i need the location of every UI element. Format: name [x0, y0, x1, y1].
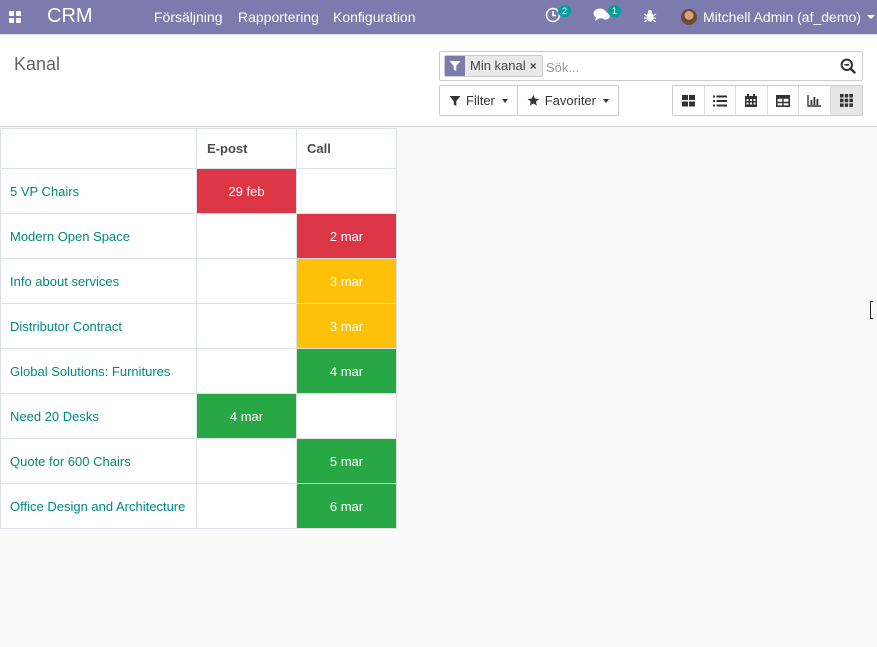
search-facet: Min kanal × [444, 55, 543, 77]
record-name-link[interactable]: Office Design and Architecture [0, 483, 197, 529]
user-menu[interactable]: Mitchell Admin (af_demo) [681, 9, 875, 25]
graph-view-button[interactable] [799, 86, 831, 115]
facet-remove-icon[interactable]: × [530, 56, 542, 76]
search-icon[interactable] [840, 58, 856, 74]
activity-cell-email[interactable] [196, 348, 297, 394]
record-column-header [0, 128, 197, 169]
debug-menu[interactable] [643, 9, 657, 23]
table-row: Modern Open Space 2 mar [0, 213, 397, 259]
activities-menu[interactable]: 2 [545, 5, 572, 23]
view-switcher [672, 85, 863, 116]
table-row: Global Solutions: Furnitures 4 mar [0, 348, 397, 394]
activity-cell-email[interactable] [196, 213, 297, 259]
user-name: Mitchell Admin (af_demo) [703, 9, 861, 25]
search-facet-label: Min kanal [470, 58, 526, 73]
activity-cell-email[interactable]: 4 mar [196, 393, 297, 439]
activity-cell-call[interactable] [296, 168, 397, 214]
messaging-menu[interactable]: 1 [593, 5, 622, 23]
activity-cell-call[interactable]: 3 mar [296, 258, 397, 304]
app-brand[interactable]: CRM [47, 5, 93, 28]
top-navbar: CRM Försäljning Rapportering Konfigurati… [0, 0, 877, 34]
table-row: 5 VP Chairs 29 feb [0, 168, 397, 214]
record-name-link[interactable]: Info about services [0, 258, 197, 304]
favorites-dropdown-button[interactable]: Favoriter [517, 85, 619, 116]
kanban-view-button[interactable] [673, 86, 705, 115]
activity-cell-email[interactable] [196, 303, 297, 349]
table-header-row: E-post Call [0, 128, 397, 169]
record-name-link[interactable]: Quote for 600 Chairs [0, 438, 197, 484]
messages-count-badge: 1 [608, 5, 622, 17]
control-panel: Kanal Min kanal × Filter Favoriter [0, 34, 877, 127]
apps-menu-icon[interactable] [9, 11, 21, 23]
record-name-link[interactable]: Global Solutions: Furnitures [0, 348, 197, 394]
activity-cell-email[interactable] [196, 438, 297, 484]
filter-dropdown-button[interactable]: Filter [439, 85, 518, 116]
search-input[interactable] [546, 57, 826, 77]
activities-count-badge: 2 [558, 5, 572, 17]
list-icon [712, 95, 727, 106]
activity-view-button[interactable] [830, 86, 862, 115]
caret-down-icon [501, 98, 508, 103]
menu-item-sales[interactable]: Försäljning [154, 9, 222, 25]
menu-item-configuration[interactable]: Konfiguration [333, 9, 416, 25]
activity-cell-call[interactable]: 5 mar [296, 438, 397, 484]
table-row: Quote for 600 Chairs 5 mar [0, 438, 397, 484]
search-bar[interactable]: Min kanal × [439, 51, 863, 81]
kanban-icon [681, 94, 695, 106]
table-row: Info about services 3 mar [0, 258, 397, 304]
pivot-view-button[interactable] [768, 86, 799, 115]
record-name-link[interactable]: Modern Open Space [0, 213, 197, 259]
menu-item-reporting[interactable]: Rapportering [238, 9, 319, 25]
activity-table: E-post Call 5 VP Chairs 29 feb Modern Open… [0, 128, 397, 529]
filter-icon [449, 95, 461, 106]
column-header-call[interactable]: Call [296, 128, 397, 169]
calendar-view-button[interactable] [736, 86, 768, 115]
favorites-label: Favoriter [544, 93, 596, 108]
table-row: Need 20 Desks 4 mar [0, 393, 397, 439]
activity-cell-call[interactable] [296, 393, 397, 439]
bug-icon [643, 10, 657, 23]
column-header-email[interactable]: E-post [196, 128, 297, 169]
text-cursor [870, 301, 873, 319]
record-name-link[interactable]: Need 20 Desks [0, 393, 197, 439]
star-icon [527, 94, 540, 106]
activity-cell-call[interactable]: 4 mar [296, 348, 397, 394]
activity-cell-call[interactable]: 2 mar [296, 213, 397, 259]
filter-icon [445, 56, 465, 76]
calendar-icon [745, 94, 758, 107]
activity-cell-call[interactable]: 3 mar [296, 303, 397, 349]
grid-icon [839, 94, 853, 107]
list-view-button[interactable] [705, 86, 736, 115]
page-title: Kanal [14, 54, 61, 74]
caret-down-icon [866, 15, 875, 19]
record-name-link[interactable]: Distributor Contract [0, 303, 197, 349]
activity-cell-email[interactable] [196, 258, 297, 304]
table-row: Office Design and Architecture 6 mar [0, 483, 397, 529]
bar-chart-icon [807, 94, 822, 107]
activity-cell-email[interactable] [196, 483, 297, 529]
caret-down-icon [603, 98, 609, 103]
record-name-link[interactable]: 5 VP Chairs [0, 168, 197, 214]
activity-cell-email[interactable]: 29 feb [196, 168, 297, 214]
avatar [681, 9, 697, 25]
activity-cell-call[interactable]: 6 mar [296, 483, 397, 529]
table-row: Distributor Contract 3 mar [0, 303, 397, 349]
filter-label: Filter [466, 93, 495, 108]
activity-table-body: 5 VP Chairs 29 feb Modern Open Space 2 mar I… [0, 168, 397, 529]
pivot-table-icon [775, 94, 790, 107]
